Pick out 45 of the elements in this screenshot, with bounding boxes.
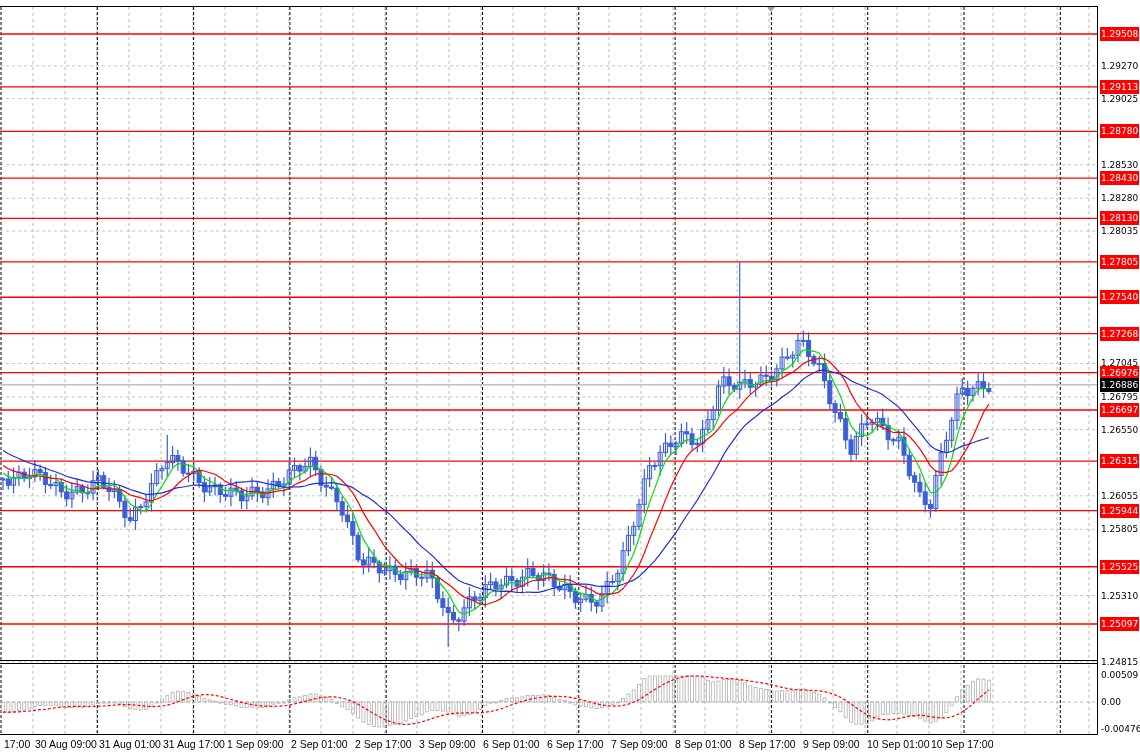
level-price-label: 1.29508 bbox=[1100, 27, 1140, 41]
time-tick-label: 3 Sep 09:00 bbox=[419, 738, 476, 751]
time-tick-label: 31 Aug 17:00 bbox=[163, 738, 225, 751]
level-price-label: 1.25944 bbox=[1100, 503, 1140, 518]
price-tick-label: 1.25805 bbox=[1100, 523, 1140, 537]
time-tick-label: 30 Aug 09:00 bbox=[35, 738, 97, 751]
indicator-tick-label: -0.00476 bbox=[1100, 723, 1140, 736]
level-price-label: 1.25097 bbox=[1100, 617, 1140, 631]
price-tick-label: 1.29270 bbox=[1100, 59, 1140, 73]
time-tick-label: 7 Sep 09:00 bbox=[611, 738, 668, 751]
level-price-label: 1.29113 bbox=[1100, 79, 1140, 94]
price-tick-label: 1.28530 bbox=[1100, 158, 1140, 172]
time-tick-label: 10 Sep 01:00 bbox=[867, 738, 930, 751]
time-tick-label: 2 Sep 17:00 bbox=[355, 738, 412, 751]
level-price-label: 1.28780 bbox=[1100, 124, 1140, 139]
level-price-label: 1.26976 bbox=[1100, 365, 1140, 380]
level-price-label: 1.27268 bbox=[1100, 326, 1140, 341]
level-price-label: 1.25525 bbox=[1100, 559, 1140, 574]
time-tick-label: 2 Sep 01:00 bbox=[291, 738, 348, 751]
level-price-label: 1.28130 bbox=[1100, 211, 1140, 226]
level-price-label: 1.28430 bbox=[1100, 171, 1140, 186]
price-tick-label: 1.26055 bbox=[1100, 489, 1140, 503]
time-tick-label: 31 Aug 01:00 bbox=[99, 738, 161, 751]
level-price-label: 1.26697 bbox=[1100, 403, 1140, 417]
level-price-label: 1.27540 bbox=[1100, 290, 1140, 305]
time-tick-label: 9 Sep 09:00 bbox=[803, 738, 860, 751]
time-tick-label: 17:00 bbox=[4, 738, 31, 751]
time-tick-label: 8 Sep 17:00 bbox=[739, 738, 796, 751]
price-tick-label: 1.28280 bbox=[1100, 192, 1140, 206]
price-tick-label: 1.24815 bbox=[1100, 655, 1140, 669]
indicator-tick-label: 0.00509 bbox=[1100, 669, 1140, 682]
price-tick-label: 1.25310 bbox=[1100, 589, 1140, 603]
indicator-tick-label: 0.00 bbox=[1100, 696, 1123, 709]
time-tick-label: 6 Sep 17:00 bbox=[547, 738, 604, 751]
time-tick-label: 6 Sep 01:00 bbox=[483, 738, 540, 751]
level-price-label: 1.26315 bbox=[1100, 454, 1140, 469]
time-tick-label: 8 Sep 01:00 bbox=[675, 738, 732, 751]
price-tick-label: 1.26795 bbox=[1100, 390, 1140, 404]
time-tick-label: 1 Sep 09:00 bbox=[227, 738, 284, 751]
shift-marker-icon bbox=[767, 7, 775, 12]
level-price-label: 1.27805 bbox=[1100, 254, 1140, 269]
time-tick-label: 10 Sep 17:00 bbox=[931, 738, 994, 751]
price-tick-label: 1.26550 bbox=[1100, 423, 1140, 437]
price-tick-label: 1.28035 bbox=[1100, 225, 1140, 238]
price-tick-label: 1.29025 bbox=[1100, 92, 1140, 106]
